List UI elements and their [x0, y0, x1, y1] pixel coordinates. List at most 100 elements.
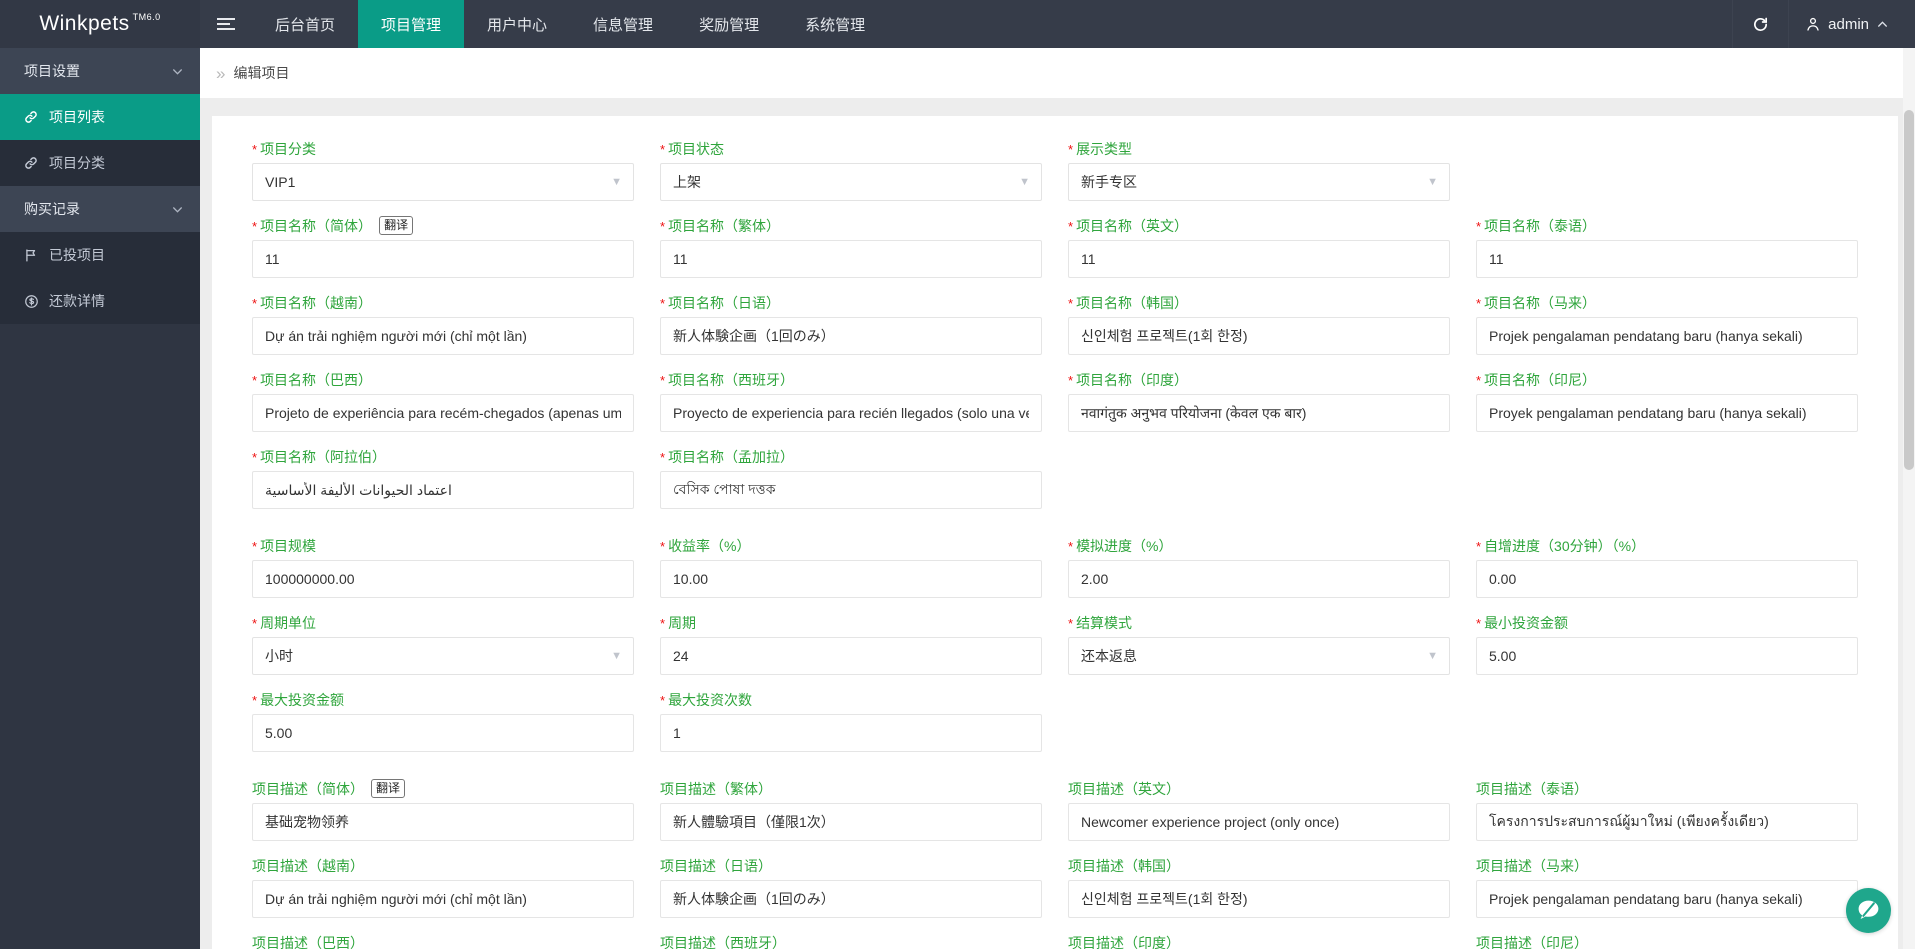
field-label-text: 项目描述（印度）: [1068, 934, 1180, 949]
project-name-es-input[interactable]: [660, 394, 1042, 432]
field-label-text: 自增进度（30分钟）（%）: [1484, 537, 1646, 554]
required-asterisk: *: [252, 296, 258, 311]
form-row: *项目名称（简体）翻译*项目名称（繁体）*项目名称（英文）*项目名称（泰语）: [252, 216, 1858, 278]
field-label-text: 展示类型: [1076, 140, 1133, 157]
project-name-id-input[interactable]: [1476, 394, 1858, 432]
sidebar-item-project-category[interactable]: 项目分类: [0, 140, 200, 186]
field-project-name-en: * 项目名称（英文）: [1068, 217, 1450, 278]
field-project-name-vi: * 项目名称（越南）: [252, 294, 634, 355]
dollar-icon: [24, 294, 39, 309]
form-row: *项目名称（巴西）*项目名称（西班牙）*项目名称（印度）*项目名称（印尼）: [252, 371, 1858, 432]
chat-widget-button[interactable]: [1846, 888, 1891, 933]
scrollbar-thumb[interactable]: [1904, 110, 1914, 470]
field-project-name-hi: * 项目名称（印度）: [1068, 371, 1450, 432]
user-menu[interactable]: admin: [1788, 0, 1915, 48]
field-project-desc-ms: 项目描述（马来）: [1476, 857, 1858, 918]
required-asterisk: *: [252, 450, 258, 465]
simulated-progress-input[interactable]: [1068, 560, 1450, 598]
project-name-bn-input[interactable]: [660, 471, 1042, 509]
sidebar-item-label: 还款详情: [49, 293, 105, 309]
project-name-ms-input[interactable]: [1476, 317, 1858, 355]
project-desc-vi-input[interactable]: [252, 880, 634, 918]
field-label-text: 项目名称（阿拉伯）: [260, 448, 387, 465]
sidebar-group-project-settings[interactable]: 项目设置: [0, 48, 200, 94]
sidebar-item-repayment-details[interactable]: 还款详情: [0, 278, 200, 324]
translate-button[interactable]: 翻译: [371, 779, 406, 798]
project-name-vi-input[interactable]: [252, 317, 634, 355]
project-name-pt-br-input[interactable]: [252, 394, 634, 432]
project-name-ja-input[interactable]: [660, 317, 1042, 355]
required-asterisk: *: [660, 373, 666, 388]
project-category-select[interactable]: VIP1 ▼: [252, 163, 634, 201]
project-scale-input[interactable]: [252, 560, 634, 598]
field-label-text: 项目名称（印度）: [1076, 371, 1189, 388]
field-project-name-bn: * 项目名称（孟加拉）: [660, 448, 1042, 509]
user-icon: [1805, 16, 1821, 32]
period-unit-select[interactable]: 小时 ▼: [252, 637, 634, 675]
chat-icon: [1855, 897, 1882, 924]
field-min-investment: * 最小投资金额: [1476, 614, 1858, 675]
required-asterisk: *: [1068, 296, 1074, 311]
sidebar-group-label: 项目设置: [24, 63, 80, 79]
project-name-ko-input[interactable]: [1068, 317, 1450, 355]
project-desc-th-input[interactable]: [1476, 803, 1858, 841]
max-investment-input[interactable]: [252, 714, 634, 752]
hamburger-icon[interactable]: [200, 0, 252, 48]
field-project-desc-ja: 项目描述（日语）: [660, 857, 1042, 918]
field-label: 项目描述（繁体）: [660, 780, 1042, 797]
form-row: *项目规模*收益率（%）*模拟进度（%）*自增进度（30分钟）（%）: [252, 525, 1858, 598]
caret-down-icon: ▼: [611, 176, 622, 188]
nav-item-dashboard[interactable]: 后台首页: [252, 0, 358, 48]
sidebar-item-invested-projects[interactable]: 已投项目: [0, 232, 200, 278]
sidebar-item-project-list[interactable]: 项目列表: [0, 94, 200, 140]
field-label: * 项目规模: [252, 537, 634, 555]
auto-increment-progress-input[interactable]: [1476, 560, 1858, 598]
project-status-select[interactable]: 上架 ▼: [660, 163, 1042, 201]
project-name-zh-cn-input[interactable]: [252, 240, 634, 278]
field-project-name-pt-br: * 项目名称（巴西）: [252, 371, 634, 432]
project-desc-zh-cn-input[interactable]: [252, 803, 634, 841]
translate-button[interactable]: 翻译: [379, 216, 414, 235]
field-label-text: 项目名称（韩国）: [1076, 294, 1189, 311]
field-label: * 最大投资次数: [660, 691, 1042, 709]
field-label: * 项目名称（繁体）: [660, 217, 1042, 235]
max-investment-times-input[interactable]: [660, 714, 1042, 752]
field-period-unit: * 周期单位 小时 ▼: [252, 614, 634, 675]
project-desc-ko-input[interactable]: [1068, 880, 1450, 918]
scrollbar-track[interactable]: [1903, 48, 1915, 949]
select-value: 小时: [265, 648, 293, 664]
required-asterisk: *: [252, 693, 258, 708]
period-input[interactable]: [660, 637, 1042, 675]
field-project-desc-th: 项目描述（泰语）: [1476, 780, 1858, 841]
required-asterisk: *: [660, 450, 666, 465]
project-desc-zh-tw-input[interactable]: [660, 803, 1042, 841]
nav-item-system-management[interactable]: 系统管理: [782, 0, 888, 48]
field-auto-increment-progress: * 自增进度（30分钟）（%）: [1476, 537, 1858, 598]
nav-item-project-management[interactable]: 项目管理: [358, 0, 465, 48]
project-name-th-input[interactable]: [1476, 240, 1858, 278]
display-type-select[interactable]: 新手专区 ▼: [1068, 163, 1450, 201]
project-name-zh-tw-input[interactable]: [660, 240, 1042, 278]
settlement-mode-select[interactable]: 还本返息 ▼: [1068, 637, 1450, 675]
field-label: * 项目状态: [660, 140, 1042, 158]
nav-item-user-center[interactable]: 用户中心: [464, 0, 570, 48]
breadcrumb: » 编辑项目: [200, 48, 1915, 98]
project-name-en-input[interactable]: [1068, 240, 1450, 278]
field-label: * 模拟进度（%）: [1068, 537, 1450, 555]
project-desc-ja-input[interactable]: [660, 880, 1042, 918]
project-desc-en-input[interactable]: [1068, 803, 1450, 841]
min-investment-input[interactable]: [1476, 637, 1858, 675]
yield-rate-input[interactable]: [660, 560, 1042, 598]
sidebar-group-purchase-records[interactable]: 购买记录: [0, 186, 200, 232]
field-label-text: 项目名称（泰语）: [1484, 217, 1597, 234]
field-label: * 项目名称（韩国）: [1068, 294, 1450, 312]
project-name-hi-input[interactable]: [1068, 394, 1450, 432]
project-desc-ms-input[interactable]: [1476, 880, 1858, 918]
project-name-ar-input[interactable]: [252, 471, 634, 509]
topbar: Winkpets TM6.0 后台首页 项目管理 用户中心 信息管理 奖励管理 系统管理 a…: [0, 0, 1915, 48]
refresh-icon[interactable]: [1732, 0, 1788, 48]
nav-item-info-management[interactable]: 信息管理: [570, 0, 676, 48]
nav-item-reward-management[interactable]: 奖励管理: [676, 0, 782, 48]
required-asterisk: *: [660, 616, 666, 631]
field-label-text: 项目名称（印尼）: [1484, 371, 1597, 388]
